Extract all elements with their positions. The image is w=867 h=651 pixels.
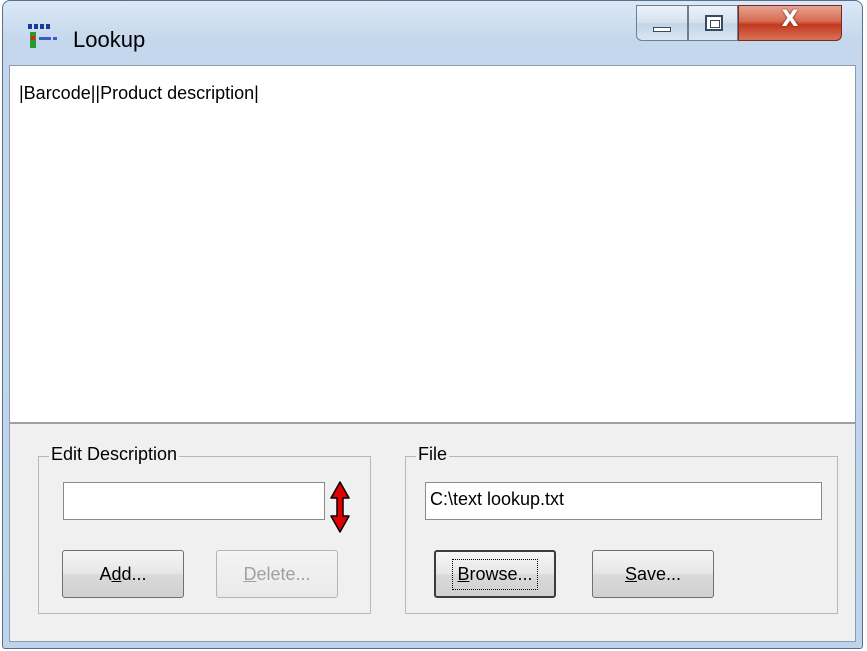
vertical-resize-arrow-icon[interactable] xyxy=(329,481,351,533)
app-icon xyxy=(28,24,57,48)
minimize-button[interactable] xyxy=(636,5,688,41)
description-input[interactable] xyxy=(63,482,325,520)
lookup-list[interactable]: |Barcode||Product description| xyxy=(10,66,855,424)
add-button[interactable]: Add... xyxy=(62,550,184,598)
delete-button-label: Delete... xyxy=(243,563,311,584)
save-button-label: Save... xyxy=(624,563,682,584)
minimize-icon xyxy=(653,27,671,32)
close-button[interactable]: X xyxy=(738,5,842,41)
browse-button[interactable]: Browse... xyxy=(434,550,556,598)
close-icon: X xyxy=(781,7,799,32)
browse-button-label: Browse... xyxy=(452,558,538,590)
title-bar[interactable]: Lookup X xyxy=(3,1,862,67)
save-button[interactable]: Save... xyxy=(592,550,714,598)
add-button-label: Add... xyxy=(99,563,147,584)
maximize-button[interactable] xyxy=(688,5,738,41)
maximize-icon xyxy=(705,15,723,31)
window-title: Lookup xyxy=(73,27,146,52)
edit-description-group: Edit Description Add... Delete... xyxy=(38,444,371,614)
file-group: File C:\text lookup.txt Browse... Save..… xyxy=(405,444,838,614)
list-header-row: |Barcode||Product description| xyxy=(19,83,259,103)
file-group-label: File xyxy=(416,444,450,465)
delete-button[interactable]: Delete... xyxy=(216,550,338,598)
lookup-window: Lookup X |Barcode||Product description| … xyxy=(2,0,863,649)
edit-description-label: Edit Description xyxy=(49,444,180,465)
file-path-input[interactable]: C:\text lookup.txt xyxy=(425,482,822,520)
client-area: |Barcode||Product description| Edit Desc… xyxy=(9,65,856,642)
